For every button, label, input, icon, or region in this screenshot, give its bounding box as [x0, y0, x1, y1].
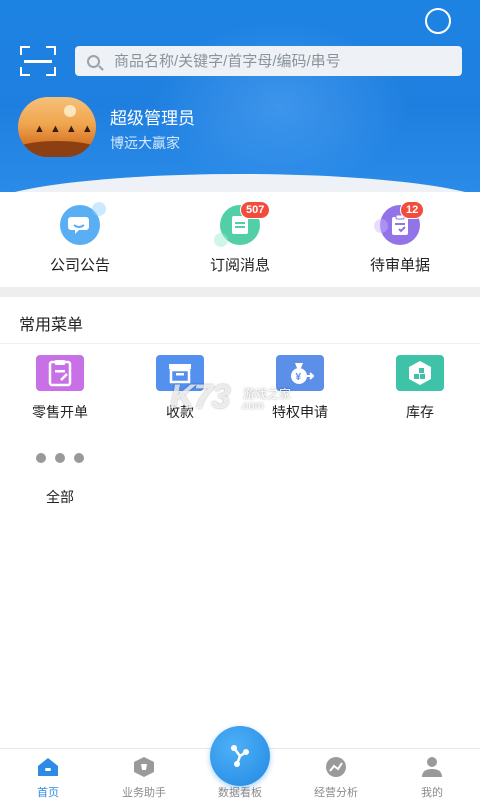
- tab-business-assistant[interactable]: 业务助手: [96, 749, 192, 800]
- chat-bubble-icon: [68, 217, 89, 234]
- user-company: 博远大赢家: [110, 135, 180, 151]
- watermark-domain: .com: [240, 400, 264, 412]
- dot: [74, 453, 84, 463]
- user-name: 超级管理员: [110, 109, 195, 128]
- icon-deco: [374, 219, 388, 233]
- announcement-icon: [60, 202, 106, 245]
- menu-item-label: 特权申请: [272, 404, 328, 420]
- menu-item-label: 库存: [406, 404, 434, 420]
- quick-item-label: 待审单据: [369, 257, 430, 274]
- tab-label: 数据看板: [218, 787, 262, 799]
- trend-chart-icon: [324, 756, 348, 778]
- search-icon: [87, 54, 100, 68]
- icon-deco: [214, 233, 228, 247]
- header-banner: ▲ ▲ ▲ ▲ 超级管理员 博远大赢家: [0, 0, 480, 192]
- tab-business-analysis[interactable]: 经营分析: [288, 749, 384, 800]
- scan-corner-icon: [20, 46, 30, 55]
- camel-caravan-icon: ▲ ▲ ▲ ▲: [34, 123, 94, 135]
- money-bag-icon: ¥: [291, 363, 315, 384]
- pending-docs-icon: 12: [374, 201, 425, 245]
- menu-item-inventory[interactable]: 库存: [360, 355, 480, 422]
- quick-item-pending-docs[interactable]: 12 待审单据: [320, 192, 480, 287]
- status-circle-icon: [425, 8, 451, 34]
- tab-label: 业务助手: [122, 787, 166, 799]
- scan-corner-icon: [20, 67, 30, 76]
- unread-badge: 507: [240, 201, 271, 219]
- user-icon: [420, 756, 444, 778]
- dot: [55, 453, 65, 463]
- home-icon: [36, 756, 60, 778]
- menu-item-all[interactable]: 全部: [0, 440, 120, 507]
- hexagon-boxes-icon: [409, 361, 431, 385]
- tag-icon: [132, 756, 156, 778]
- quick-item-label: 订阅消息: [209, 257, 270, 274]
- quick-item-announcement[interactable]: 公司公告: [0, 192, 160, 287]
- menu-item-label: 全部: [46, 489, 74, 505]
- icon-deco: [92, 202, 106, 216]
- menu-item-retail-order[interactable]: 零售开单: [0, 355, 120, 422]
- pending-badge: 12: [400, 201, 425, 219]
- inventory-icon: [396, 355, 444, 391]
- divider: [0, 343, 480, 344]
- tab-label: 我的: [421, 787, 443, 799]
- scan-button[interactable]: [20, 46, 56, 76]
- quick-entries: 公司公告 507 订阅消息 12 待审单据: [0, 192, 480, 287]
- search-bar[interactable]: [75, 46, 462, 76]
- common-menu-title: 常用菜单: [19, 317, 84, 334]
- quick-item-subscription[interactable]: 507 订阅消息: [160, 192, 320, 287]
- tab-home[interactable]: 首页: [0, 749, 96, 800]
- scan-line-icon: [24, 60, 52, 63]
- data-dashboard-button[interactable]: [210, 726, 270, 786]
- section-separator: [0, 287, 480, 297]
- subscription-icon: 507: [214, 201, 271, 247]
- tab-label: 首页: [37, 787, 59, 799]
- tab-mine[interactable]: 我的: [384, 749, 480, 800]
- tab-label: 经营分析: [314, 787, 358, 799]
- avatar[interactable]: ▲ ▲ ▲ ▲: [18, 97, 96, 157]
- scan-corner-icon: [46, 67, 56, 76]
- retail-order-icon: [36, 355, 84, 391]
- svg-text:¥: ¥: [296, 372, 302, 383]
- more-dots-icon: [36, 440, 84, 476]
- clipboard-pen-icon: [48, 360, 72, 387]
- watermark-logo: K73: [170, 378, 230, 416]
- avatar-dune: [18, 141, 96, 157]
- scan-corner-icon: [46, 46, 56, 55]
- avatar-sun: [64, 105, 76, 117]
- menu-item-label: 零售开单: [32, 404, 88, 420]
- quick-item-label: 公司公告: [49, 257, 110, 274]
- search-input[interactable]: [114, 52, 434, 70]
- dot: [36, 453, 46, 463]
- node-graph-icon: [231, 745, 249, 767]
